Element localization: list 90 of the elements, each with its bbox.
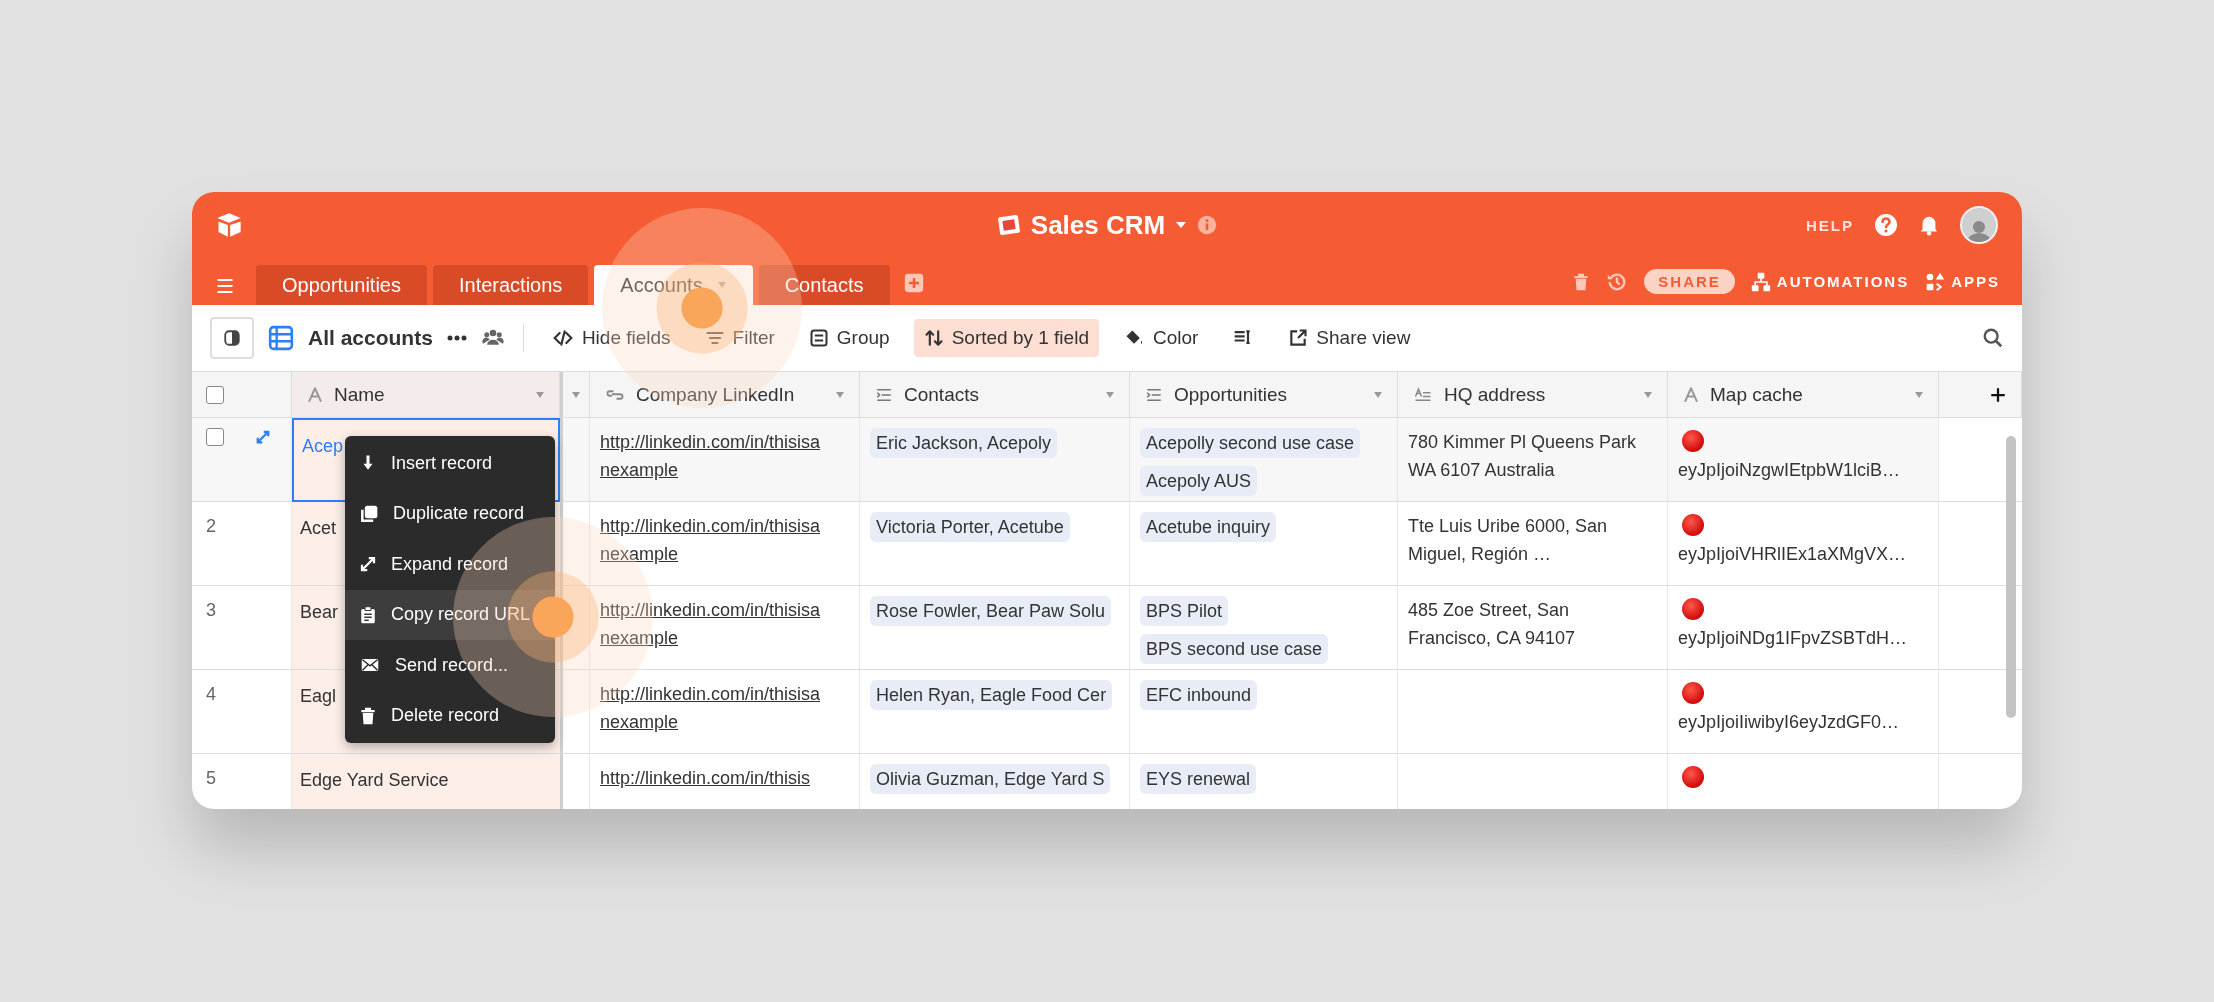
text-field-icon xyxy=(306,385,324,404)
add-field-icon[interactable] xyxy=(1989,385,2007,404)
column-header[interactable]: HQ address xyxy=(1398,372,1668,418)
column-header[interactable]: Name xyxy=(292,372,560,418)
map-cache-text: eyJpIjoiIiwibyI6eyJzdGF0… xyxy=(1678,711,1901,734)
menu-item[interactable]: Duplicate record xyxy=(345,488,555,539)
column-header[interactable]: Company LinkedIn xyxy=(590,372,860,418)
map-cache-text: eyJpIjoiVHRlIEx1aXMgVX… xyxy=(1678,543,1908,566)
people-icon[interactable] xyxy=(480,328,505,348)
expand-row-icon[interactable] xyxy=(254,428,272,446)
opportunity-chip[interactable]: EFC inbound xyxy=(1140,680,1258,710)
contact-chip[interactable]: Rose Fowler, Bear Paw Solu xyxy=(870,596,1112,626)
contact-chip[interactable]: Victoria Porter, Acetube xyxy=(870,512,1070,542)
toolbar-button[interactable]: Filter xyxy=(694,319,785,357)
menu-item[interactable]: Insert record xyxy=(345,438,555,489)
map-cache-text: eyJpIjoiNzgwIEtpbW1lciB… xyxy=(1678,459,1902,482)
caret-icon xyxy=(835,390,845,399)
view-name[interactable]: All accounts xyxy=(308,326,433,350)
name-cell[interactable]: Edge Yard Service xyxy=(292,754,560,809)
caret-icon xyxy=(1175,221,1188,229)
duplicate-icon xyxy=(359,503,379,524)
caret-icon xyxy=(1643,390,1653,399)
trash-icon xyxy=(359,705,377,726)
expand-icon xyxy=(359,555,377,574)
contact-chip[interactable]: Eric Jackson, Acepoly xyxy=(870,428,1058,458)
address-text: 780 Kimmer Pl Queens Park WA 6107 Australia xyxy=(1408,432,1637,480)
caret-icon xyxy=(716,281,727,289)
address-text: 485 Zoe Street, San Francisco, CA 94107 xyxy=(1408,600,1576,648)
menu-item[interactable]: Send record... xyxy=(345,640,555,691)
status-dot-icon xyxy=(1682,766,1704,788)
map-cache-text: eyJpIjoiNDg1IFpvZSBTdH… xyxy=(1678,627,1909,650)
sidebar-icon xyxy=(223,329,241,347)
opportunity-chip[interactable]: BPS second use case xyxy=(1140,634,1329,664)
caret-icon xyxy=(571,390,581,399)
column-header[interactable]: Opportunities xyxy=(1130,372,1398,418)
scrollbar[interactable] xyxy=(2006,436,2016,718)
caret-icon xyxy=(535,390,545,399)
toolbar-button[interactable]: Share view xyxy=(1278,319,1421,357)
user-avatar[interactable] xyxy=(1960,206,1998,244)
help-icon[interactable] xyxy=(1874,213,1898,237)
select-all-checkbox[interactable] xyxy=(206,385,224,404)
grid-view-icon xyxy=(268,325,294,351)
opportunity-chip[interactable]: Acepoly AUS xyxy=(1140,466,1258,496)
flow-icon xyxy=(1750,270,1771,293)
opportunity-chip[interactable]: EYS renewal xyxy=(1140,764,1257,794)
toolbar-button[interactable]: Group xyxy=(798,319,900,357)
status-dot-icon xyxy=(1682,430,1704,452)
clipboard-icon xyxy=(359,604,377,625)
search-icon[interactable] xyxy=(1982,327,2004,349)
opportunity-chip[interactable]: BPS Pilot xyxy=(1140,596,1229,626)
group-icon xyxy=(808,328,829,348)
toolbar-button[interactable]: Hide fields xyxy=(541,319,681,357)
toolbar-button[interactable]: Sorted by 1 field xyxy=(913,319,1099,357)
opportunity-chip[interactable]: Acepolly second use case xyxy=(1140,428,1361,458)
menu-item[interactable]: Delete record xyxy=(345,690,555,741)
menu-item[interactable]: Copy record URL xyxy=(345,589,555,640)
hide-fields-icon xyxy=(551,328,574,348)
text-field-icon xyxy=(1682,385,1700,404)
contact-chip[interactable]: Olivia Guzman, Edge Yard S xyxy=(870,764,1111,794)
linkedin-link[interactable]: http://linkedin.com/in/thisisanexample xyxy=(600,680,826,736)
share-view-icon xyxy=(1288,328,1309,348)
row-checkbox[interactable] xyxy=(206,428,224,446)
base-emoji-icon xyxy=(996,213,1021,237)
address-text: Tte Luis Uribe 6000, San Miguel, Región … xyxy=(1408,516,1608,564)
sidebar-toggle-button[interactable] xyxy=(210,317,254,359)
column-header[interactable]: Map cache xyxy=(1668,372,1939,418)
status-dot-icon xyxy=(1682,514,1704,536)
status-dot-icon xyxy=(1682,598,1704,620)
status-dot-icon xyxy=(1682,682,1704,704)
more-icon[interactable] xyxy=(446,334,467,342)
info-icon[interactable] xyxy=(1197,215,1218,235)
add-tab-icon[interactable] xyxy=(903,273,924,293)
toolbar-button[interactable]: Color xyxy=(1112,319,1209,357)
table-tab[interactable]: Opportunities xyxy=(256,265,427,305)
contact-chip[interactable]: Helen Ryan, Eagle Food Cer xyxy=(870,680,1113,710)
opportunity-chip[interactable]: Acetube inquiry xyxy=(1140,512,1277,542)
caret-icon xyxy=(1914,390,1924,399)
linkedin-link[interactable]: http://linkedin.com/in/thisis xyxy=(600,764,826,792)
table-tab[interactable]: Contacts xyxy=(758,265,890,305)
table-tab[interactable]: Accounts xyxy=(594,265,753,305)
apps-icon xyxy=(1925,271,1946,292)
long-text-icon xyxy=(1412,385,1434,404)
linkedin-link[interactable]: http://linkedin.com/in/thisisanexample xyxy=(600,596,826,652)
sort-icon xyxy=(923,328,944,348)
table-tab[interactable]: Interactions xyxy=(432,265,589,305)
column-header[interactable]: Contacts xyxy=(860,372,1130,418)
caret-icon xyxy=(1105,390,1115,399)
linkedin-link[interactable]: http://linkedin.com/in/thisisanexample xyxy=(600,512,826,568)
caret-icon xyxy=(1373,390,1383,399)
menu-item[interactable]: Expand record xyxy=(345,539,555,590)
